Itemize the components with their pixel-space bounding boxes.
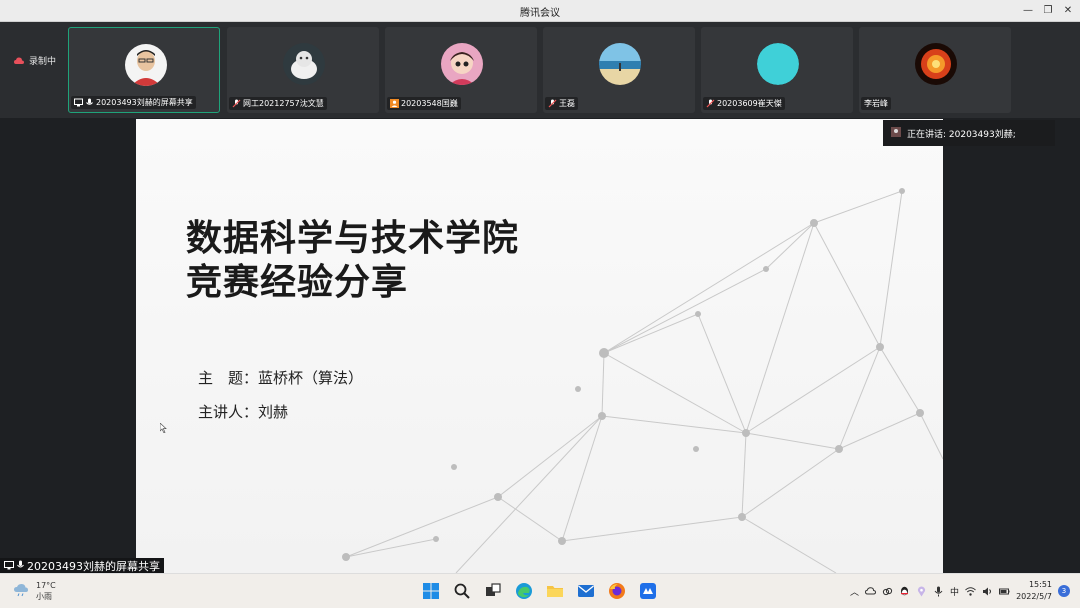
qq-icon[interactable] <box>899 586 910 597</box>
speaking-indicator: 正在讲话: 20203493刘赫; <box>883 120 1055 146</box>
avatar <box>125 44 167 86</box>
presentation-slide: 数据科学与技术学院 竞赛经验分享 主 题：蓝桥杯（算法） 主讲人：刘赫 <box>136 119 943 573</box>
participant-name-label: 王磊 <box>545 97 578 110</box>
firefox-icon[interactable] <box>608 582 626 600</box>
slide-title: 数据科学与技术学院 竞赛经验分享 <box>186 218 520 303</box>
avatar <box>441 43 483 85</box>
cloud-record-icon <box>14 57 24 65</box>
minimize-icon[interactable]: — <box>1020 3 1036 19</box>
link-icon[interactable] <box>882 586 893 597</box>
participant-name-label: 20203493刘赫的屏幕共享 <box>71 96 196 109</box>
wifi-icon[interactable] <box>965 586 976 597</box>
screen-share-icon <box>4 560 14 573</box>
microphone-muted-icon <box>706 99 715 108</box>
speaking-label: 正在讲话: 20203493刘赫; <box>907 129 1016 140</box>
participant-tile[interactable]: 20203609崔天傑 <box>701 27 853 113</box>
close-icon[interactable]: ✕ <box>1060 3 1076 19</box>
screen-share-icon <box>74 98 83 107</box>
participant-name-label: 20203548国巍 <box>387 97 461 110</box>
network-graphic <box>342 188 943 573</box>
restore-icon[interactable]: ❐ <box>1040 3 1056 19</box>
mouse-cursor-icon <box>159 418 168 434</box>
recording-label: 录制中 <box>29 57 57 67</box>
search-icon[interactable] <box>453 582 471 600</box>
windows-start-icon[interactable] <box>422 582 440 600</box>
avatar <box>599 43 641 85</box>
microphone-icon[interactable] <box>933 586 944 597</box>
task-view-icon[interactable] <box>484 582 502 600</box>
mail-icon[interactable] <box>577 582 595 600</box>
participant-name-label: 20203609崔天傑 <box>703 97 785 110</box>
participant-tile[interactable]: 20203493刘赫的屏幕共享 <box>68 27 220 113</box>
chevron-up-icon[interactable]: ︿ <box>850 585 859 598</box>
participant-tile[interactable]: 李岩峰 <box>859 27 1011 113</box>
user-icon <box>390 99 399 108</box>
microphone-muted-icon <box>232 99 241 108</box>
recording-indicator[interactable]: 录制中 <box>14 54 56 67</box>
clock[interactable]: 15:51 2022/5/7 <box>1016 579 1052 603</box>
file-explorer-icon[interactable] <box>546 582 564 600</box>
participant-tile[interactable]: 王磊 <box>543 27 695 113</box>
participant-tile[interactable]: 20203548国巍 <box>385 27 537 113</box>
speaker-icon[interactable] <box>982 586 993 597</box>
avatar <box>915 43 957 85</box>
microphone-icon <box>17 560 24 573</box>
tencent-meeting-icon[interactable] <box>639 582 657 600</box>
slide-speaker: 主讲人：刘赫 <box>198 403 289 421</box>
slide-topic: 主 题：蓝桥杯（算法） <box>198 369 364 387</box>
speaker-avatar-icon <box>891 126 901 140</box>
system-tray: ︿ 中 15:51 2022/5/7 3 <box>850 579 1070 603</box>
microphone-icon <box>85 98 94 107</box>
input-method-label[interactable]: 中 <box>950 585 959 598</box>
title-bar: 腾讯会议 — ❐ ✕ <box>0 0 1080 22</box>
notification-badge[interactable]: 3 <box>1058 585 1070 597</box>
battery-icon[interactable] <box>999 586 1010 597</box>
avatar <box>283 43 325 85</box>
rain-cloud-icon <box>14 583 30 599</box>
cloud-icon[interactable] <box>865 586 877 597</box>
shared-screen-area: 数据科学与技术学院 竞赛经验分享 主 题：蓝桥杯（算法） 主讲人：刘赫 正在讲话… <box>0 118 1080 574</box>
weather-widget[interactable]: 17°C 小雨 <box>14 580 56 602</box>
taskbar-apps <box>422 582 657 600</box>
taskbar: 17°C 小雨 ︿ 中 15:51 2022/5/7 3 <box>0 573 1080 608</box>
participant-name-label: 网工20212757沈文慧 <box>229 97 327 110</box>
avatar <box>757 43 799 85</box>
location-icon[interactable] <box>916 586 927 597</box>
microphone-muted-icon <box>548 99 557 108</box>
participant-strip: 录制中 20203493刘赫的屏幕共享 网工20212757沈文慧 202035… <box>0 22 1080 118</box>
edge-browser-icon[interactable] <box>515 582 533 600</box>
participant-tile[interactable]: 网工20212757沈文慧 <box>227 27 379 113</box>
participant-name-label: 李岩峰 <box>861 97 891 110</box>
screen-share-tag: 20203493刘赫的屏幕共享 <box>0 558 164 574</box>
window-title: 腾讯会议 <box>520 8 560 19</box>
